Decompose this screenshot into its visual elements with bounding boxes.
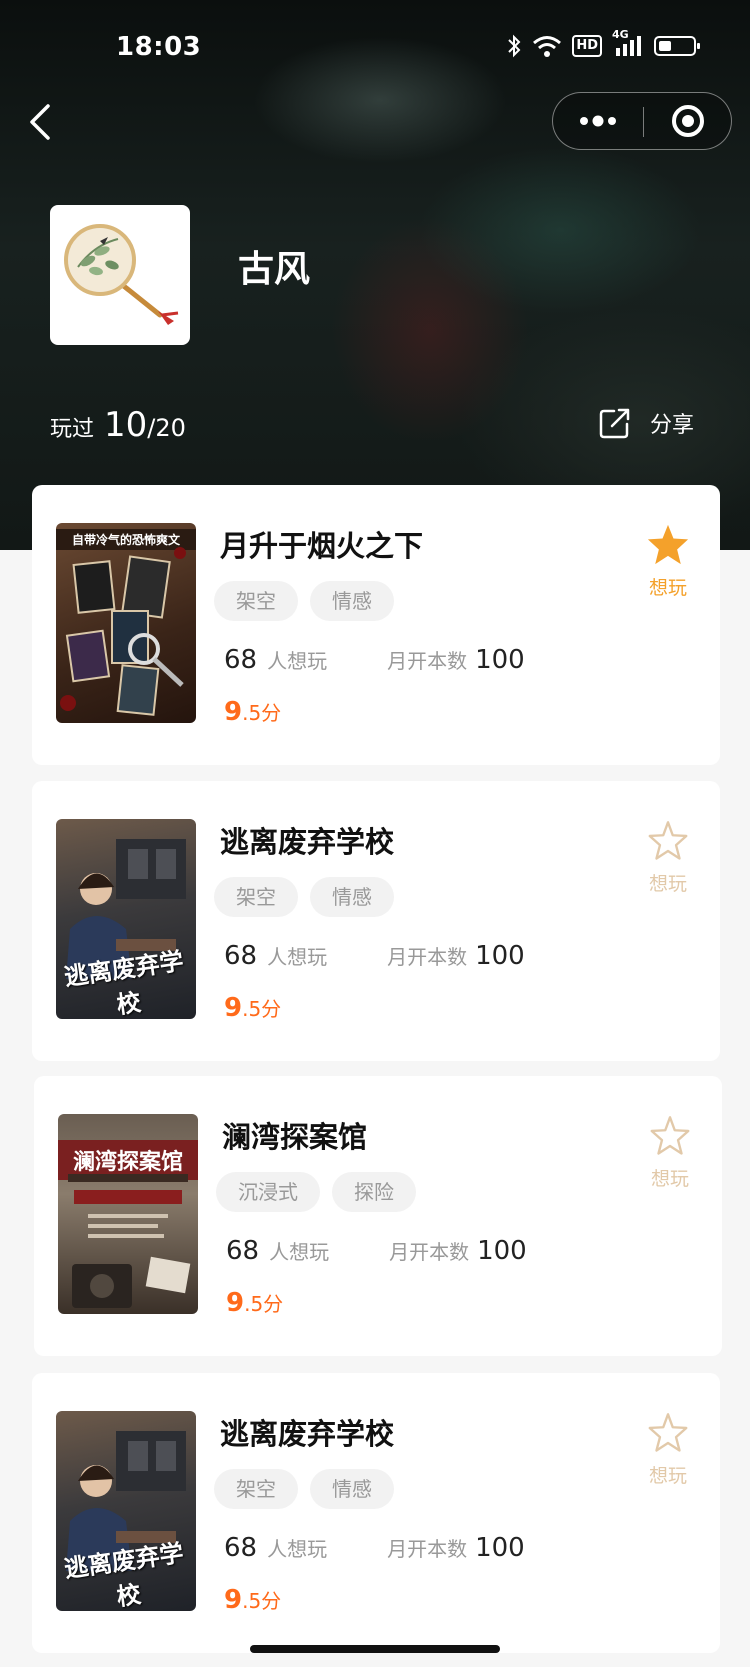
mini-program-capsule: [552, 92, 732, 150]
script-name: 月升于烟火之下: [220, 529, 424, 563]
want-count-label: 人想玩: [267, 1537, 328, 1561]
want-to-play-button[interactable]: 想玩: [638, 1411, 698, 1488]
want-to-play-button[interactable]: 想玩: [638, 523, 698, 600]
script-poster: 逃离废弃学校: [56, 1411, 196, 1611]
want-count: 68: [224, 1533, 258, 1563]
script-score: 9 .5分: [224, 993, 281, 1023]
score-decimal: .5分: [242, 1589, 282, 1613]
network-type: 4G: [612, 28, 629, 41]
monthly-label: 月开本数: [387, 649, 468, 673]
star-filled-icon: [647, 524, 689, 565]
script-poster: 逃离废弃学校: [56, 819, 196, 1019]
want-count: 68: [224, 645, 258, 675]
tag: 情感: [310, 877, 394, 917]
star-outline-icon: [648, 1413, 688, 1452]
script-name: 逃离废弃学校: [220, 1417, 395, 1451]
script-score: 9 .5分: [224, 1585, 281, 1615]
script-card[interactable]: 逃离废弃学校 逃离废弃学校 架空 情感 68 人想玩 月开本数 100 9 .5…: [32, 1373, 720, 1653]
script-card[interactable]: 逃离废弃学校 逃离废弃学校 架空 情感 68 人想玩 月开本数 100 9 .5…: [32, 781, 720, 1061]
want-label: 想玩: [650, 1168, 689, 1190]
monthly-label: 月开本数: [387, 1537, 468, 1561]
tag: 探险: [332, 1172, 416, 1212]
system-icons: HD 4G: [506, 28, 700, 58]
monthly-count: 100: [477, 1236, 527, 1266]
want-label: 想玩: [648, 873, 687, 895]
played-total: /20: [147, 414, 186, 442]
tag: 架空: [214, 581, 298, 621]
share-icon: [599, 408, 630, 439]
want-count: 68: [226, 1236, 260, 1266]
star-outline-icon: [650, 1116, 690, 1155]
round-fan-icon: [64, 224, 179, 325]
script-score: 9 .5分: [224, 697, 281, 727]
poster-artwork: [60, 547, 186, 716]
score-integer: 9: [224, 697, 243, 727]
want-count-label: 人想玩: [269, 1240, 330, 1264]
wifi-icon: [532, 34, 562, 58]
cellular-icon: 4G: [612, 28, 644, 58]
poster-artwork: [68, 1174, 191, 1308]
more-dots-icon: [580, 115, 616, 127]
script-stats: 68 人想玩 月开本数 100: [224, 645, 525, 675]
played-count: 10: [104, 405, 148, 445]
script-name: 逃离废弃学校: [220, 825, 395, 859]
monthly-count: 100: [475, 1533, 525, 1563]
monthly-label: 月开本数: [387, 945, 468, 969]
tag: 架空: [214, 877, 298, 917]
want-count-label: 人想玩: [267, 945, 328, 969]
script-poster: 自带冷气的恐怖爽文: [56, 523, 196, 723]
played-progress: 玩过 10 /20: [50, 405, 186, 445]
back-button[interactable]: [24, 100, 64, 144]
tag: 情感: [310, 1469, 394, 1509]
script-name: 澜湾探案馆: [222, 1120, 368, 1154]
script-stats: 68 人想玩 月开本数 100: [226, 1236, 527, 1266]
script-tags: 架空 情感: [214, 1469, 394, 1509]
battery-icon: [654, 36, 700, 56]
status-bar: 18:03 HD 4G: [0, 0, 750, 92]
want-count-label: 人想玩: [267, 649, 328, 673]
status-time: 18:03: [116, 32, 202, 62]
want-label: 想玩: [648, 577, 687, 599]
want-to-play-button[interactable]: 想玩: [638, 819, 698, 896]
score-integer: 9: [224, 993, 243, 1023]
monthly-count: 100: [475, 941, 525, 971]
want-count: 68: [224, 941, 258, 971]
score-integer: 9: [226, 1288, 245, 1318]
tag: 情感: [310, 581, 394, 621]
score-integer: 9: [224, 1585, 243, 1615]
bluetooth-icon: [506, 34, 522, 58]
score-decimal: .5分: [244, 1292, 284, 1316]
score-decimal: .5分: [242, 997, 282, 1021]
tag: 架空: [214, 1469, 298, 1509]
played-label: 玩过: [50, 417, 95, 442]
share-button[interactable]: 分享: [598, 406, 694, 440]
close-button[interactable]: [644, 93, 732, 149]
script-score: 9 .5分: [226, 1288, 283, 1318]
score-decimal: .5分: [242, 701, 282, 725]
share-label: 分享: [650, 413, 695, 438]
script-stats: 68 人想玩 月开本数 100: [224, 941, 525, 971]
star-outline-icon: [648, 821, 688, 860]
monthly-label: 月开本数: [389, 1240, 470, 1264]
topic-title: 古风: [238, 249, 311, 290]
tag: 沉浸式: [216, 1172, 320, 1212]
script-card[interactable]: 自带冷气的恐怖爽文 月升于烟火之下 架空 情感 68 人想玩 月开本数 100 …: [32, 485, 720, 765]
script-tags: 架空 情感: [214, 877, 394, 917]
want-label: 想玩: [648, 1465, 687, 1487]
script-card[interactable]: 澜湾探案馆 澜湾探案馆 沉浸式 探险 68 人想玩 月开本数 100 9 .5分…: [34, 1076, 722, 1356]
want-to-play-button[interactable]: 想玩: [640, 1114, 700, 1191]
topic-cover: [50, 205, 190, 345]
script-tags: 沉浸式 探险: [216, 1172, 416, 1212]
target-close-icon: [672, 105, 704, 137]
hd-badge: HD: [572, 35, 602, 57]
more-button[interactable]: [553, 93, 643, 149]
script-tags: 架空 情感: [214, 581, 394, 621]
script-stats: 68 人想玩 月开本数 100: [224, 1533, 525, 1563]
home-indicator[interactable]: [250, 1645, 500, 1653]
chevron-left-icon: [30, 104, 50, 140]
script-poster: 澜湾探案馆: [58, 1114, 198, 1314]
monthly-count: 100: [475, 645, 525, 675]
